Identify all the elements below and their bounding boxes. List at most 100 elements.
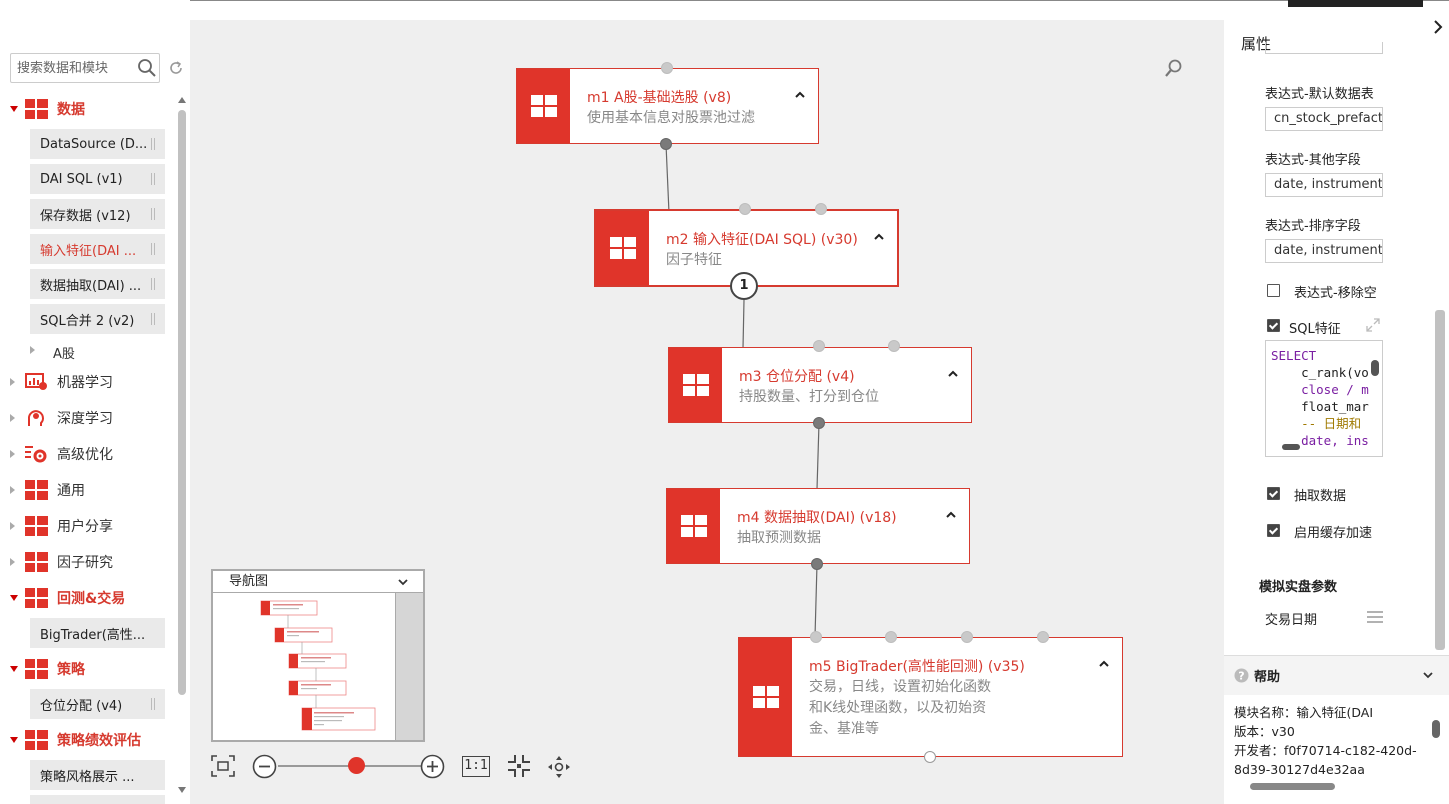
workflow-node-m4[interactable]: m4 数据抽取(DAI) (v18) 抽取预测数据: [666, 488, 970, 564]
extract-data-checkbox[interactable]: [1267, 487, 1280, 500]
remove-null-checkbox[interactable]: [1267, 284, 1280, 297]
input-port[interactable]: [961, 631, 973, 643]
output-port[interactable]: [660, 138, 672, 150]
expand-icon[interactable]: [1366, 318, 1380, 332]
module-item-extract[interactable]: 数据抽取(DAI) ...: [30, 269, 165, 299]
input-port[interactable]: [813, 340, 825, 352]
drag-handle-icon[interactable]: [151, 208, 155, 220]
input-port[interactable]: [810, 631, 822, 643]
code-scroll-thumb[interactable]: [1371, 360, 1379, 376]
module-item-partial[interactable]: [30, 795, 165, 804]
output-count-badge[interactable]: 1: [730, 272, 758, 300]
node-description: 交易，日线，设置初始化函数 和K线处理函数，以及初始资 金、基准等: [809, 677, 991, 740]
move-canvas-icon[interactable]: [547, 755, 571, 783]
drag-handle-icon[interactable]: [151, 173, 155, 185]
output-port[interactable]: [924, 751, 936, 763]
chevron-down-icon[interactable]: [1422, 670, 1434, 680]
navigator-minimap[interactable]: [213, 593, 395, 740]
output-port[interactable]: [813, 417, 825, 429]
workflow-canvas[interactable]: m1 A股-基础选股 (v8) 使用基本信息对股票池过滤 m2 输入特征(DAI…: [190, 20, 1224, 804]
drag-handle-icon[interactable]: [151, 278, 155, 290]
collapse-chevron-icon[interactable]: [794, 89, 806, 101]
module-item-sqlmerge[interactable]: SQL合并 2 (v2): [30, 304, 165, 334]
help-content: 模块名称：输入特征(DAI 版本：v30 开发者：f0f70714-c182-4…: [1234, 703, 1424, 779]
node-title: m3 仓位分配 (v4): [739, 369, 855, 385]
fit-center-icon[interactable]: [507, 754, 531, 782]
input-port[interactable]: [888, 340, 900, 352]
category-perf[interactable]: 策略绩效评估: [0, 725, 175, 755]
navigator-header[interactable]: 导航图: [213, 571, 423, 593]
sql-code-editor[interactable]: SELECT c_rank(vo close / m float_mar -- …: [1265, 340, 1383, 457]
node-description-line: 和K线处理函数，以及初始资: [809, 700, 987, 716]
cache-checkbox[interactable]: [1267, 524, 1280, 537]
input-port[interactable]: [815, 203, 827, 215]
drag-handle-icon[interactable]: [151, 243, 155, 255]
category-opt[interactable]: 高级优化: [0, 439, 175, 469]
default-table-input[interactable]: cn_stock_prefact: [1265, 107, 1383, 131]
module-item-daisql[interactable]: DAI SQL (v1): [30, 164, 165, 194]
code-hscroll-thumb[interactable]: [1282, 444, 1300, 450]
machine-learning-icon: [25, 373, 47, 390]
sort-fields-input[interactable]: date, instrument: [1265, 239, 1383, 263]
category-dl[interactable]: 深度学习: [0, 403, 175, 433]
input-port[interactable]: [661, 62, 673, 74]
drag-handle-icon[interactable]: [151, 313, 155, 325]
zoom-in-icon[interactable]: [420, 754, 445, 783]
input-field-partial[interactable]: [1265, 42, 1383, 54]
module-item-input-feature[interactable]: 输入特征(DAI ...: [30, 234, 165, 264]
properties-scrollbar-thumb[interactable]: [1435, 310, 1445, 650]
code-line: close / m: [1271, 382, 1369, 397]
module-item-save[interactable]: 保存数据 (v12): [30, 199, 165, 229]
navigator-panel[interactable]: 导航图: [211, 569, 425, 742]
category-strategy[interactable]: 策略: [0, 654, 175, 684]
sidebar-scroll-down-icon[interactable]: [178, 787, 186, 793]
category-data[interactable]: 数据: [0, 94, 175, 124]
module-item-position[interactable]: 仓位分配 (v4): [30, 689, 165, 719]
workflow-node-m1[interactable]: m1 A股-基础选股 (v8) 使用基本信息对股票池过滤: [516, 68, 819, 144]
module-item-datasource[interactable]: DataSource (D...: [30, 129, 165, 159]
workflow-node-m5[interactable]: m5 BigTrader(高性能回测) (v35) 交易，日线，设置初始化函数 …: [738, 637, 1123, 757]
input-port[interactable]: [885, 631, 897, 643]
collapse-chevron-icon[interactable]: [947, 368, 959, 380]
drag-handle-icon[interactable]: [151, 698, 155, 710]
category-common[interactable]: 通用: [0, 475, 175, 505]
help-scroll-thumb[interactable]: [1432, 720, 1440, 738]
caret-down-icon: [10, 595, 18, 601]
sidebar-scroll-up-icon[interactable]: [178, 97, 186, 103]
zoom-slider-knob[interactable]: [348, 757, 365, 774]
chevron-down-icon[interactable]: [397, 577, 409, 587]
collapse-chevron-icon[interactable]: [873, 231, 885, 243]
actual-size-button[interactable]: 1:1: [462, 756, 490, 777]
fit-screen-icon[interactable]: [211, 755, 235, 781]
input-port[interactable]: [1037, 631, 1049, 643]
list-icon[interactable]: [1367, 611, 1383, 623]
top-dark-bar: [1288, 0, 1423, 7]
module-item-style[interactable]: 策略风格展示 ...: [30, 760, 165, 790]
help-title: 帮助: [1254, 670, 1281, 685]
collapse-right-icon[interactable]: [1433, 20, 1443, 34]
input-port[interactable]: [739, 203, 751, 215]
sql-feature-checkbox[interactable]: [1267, 319, 1280, 332]
search-icon[interactable]: [137, 58, 157, 82]
module-item-bigtrader[interactable]: BigTrader(高性...: [30, 618, 165, 648]
refresh-icon[interactable]: [168, 60, 184, 80]
collapse-chevron-icon[interactable]: [945, 509, 957, 521]
other-fields-input[interactable]: date, instrument: [1265, 173, 1383, 197]
collapse-chevron-icon[interactable]: [1098, 658, 1110, 670]
output-port[interactable]: [811, 558, 823, 570]
category-backtest[interactable]: 回测&交易: [0, 583, 175, 613]
subcategory-ashare[interactable]: A股: [53, 343, 75, 362]
node-description: 持股数量、打分到仓位: [739, 389, 879, 405]
search-input[interactable]: [11, 54, 131, 82]
workflow-node-m3[interactable]: m3 仓位分配 (v4) 持股数量、打分到仓位: [668, 347, 972, 423]
canvas-search-icon[interactable]: [1164, 58, 1184, 82]
category-share[interactable]: 用户分享: [0, 511, 175, 541]
drag-handle-icon[interactable]: [151, 138, 155, 150]
category-factor[interactable]: 因子研究: [0, 547, 175, 577]
sidebar-scrollbar-thumb[interactable]: [178, 110, 186, 695]
category-ml[interactable]: 机器学习: [0, 367, 175, 397]
help-header[interactable]: ? 帮助: [1224, 655, 1449, 695]
zoom-out-icon[interactable]: [252, 754, 277, 783]
help-hscroll-thumb[interactable]: [1250, 783, 1335, 790]
node-title: m2 输入特征(DAI SQL) (v30): [666, 232, 858, 248]
